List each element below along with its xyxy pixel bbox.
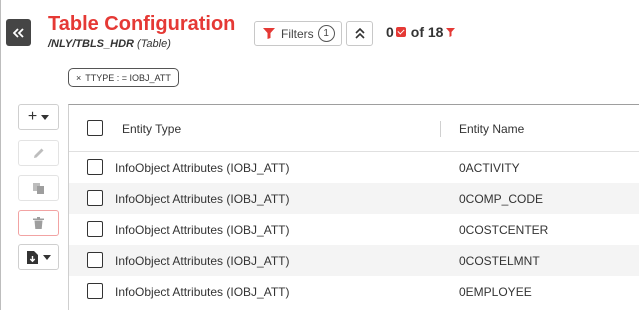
page-subtitle: /NLY/TBLS_HDR (Table) <box>48 38 171 50</box>
object-type: (Table) <box>137 38 171 50</box>
remove-filter-icon[interactable]: × <box>76 73 81 83</box>
row-checkbox[interactable] <box>87 159 103 175</box>
collapse-filters-button[interactable] <box>346 21 373 46</box>
entity-name-cell: 0EMPLOYEE <box>459 285 532 299</box>
file-download-icon <box>26 250 38 264</box>
funnel-icon <box>263 28 275 39</box>
active-filter-chip[interactable]: × TTYPE : = IOBJ_ATT <box>68 68 179 87</box>
filters-button[interactable]: Filters 1 <box>254 21 342 46</box>
entity-type-cell: InfoObject Attributes (IOBJ_ATT) <box>115 192 290 206</box>
pencil-icon <box>33 148 43 158</box>
table-row[interactable]: InfoObject Attributes (IOBJ_ATT) 0COSTCE… <box>69 214 639 245</box>
entity-name-cell: 0ACTIVITY <box>459 161 520 175</box>
row-checkbox[interactable] <box>87 221 103 237</box>
caret-down-icon <box>41 114 50 120</box>
entity-type-cell: InfoObject Attributes (IOBJ_ATT) <box>115 161 290 175</box>
add-button[interactable]: + <box>18 104 59 130</box>
table-path: /NLY/TBLS_HDR <box>48 38 134 50</box>
select-all-checkbox[interactable] <box>87 120 103 136</box>
entity-type-cell: InfoObject Attributes (IOBJ_ATT) <box>115 254 290 268</box>
table-body: InfoObject Attributes (IOBJ_ATT) 0ACTIVI… <box>69 152 639 307</box>
double-chevron-left-icon <box>12 27 24 38</box>
plus-icon: + <box>27 108 38 125</box>
selection-counter: 0 of 18 <box>386 24 456 40</box>
table-row[interactable]: InfoObject Attributes (IOBJ_ATT) 0COSTEL… <box>69 245 639 276</box>
table-row[interactable]: InfoObject Attributes (IOBJ_ATT) 0COMP_C… <box>69 183 639 214</box>
filters-label: Filters <box>281 26 314 41</box>
entity-table: Entity Type Entity Name InfoObject Attri… <box>68 104 639 310</box>
copy-icon <box>33 182 44 194</box>
copy-button[interactable] <box>18 175 59 201</box>
row-checkbox[interactable] <box>87 283 103 299</box>
trash-icon <box>33 217 44 229</box>
table-row[interactable]: InfoObject Attributes (IOBJ_ATT) 0EMPLOY… <box>69 276 639 307</box>
entity-name-cell: 0COSTELMNT <box>459 254 540 268</box>
delete-button[interactable] <box>18 210 59 236</box>
page-title: Table Configuration <box>48 13 236 35</box>
entity-name-cell: 0COMP_CODE <box>459 192 544 206</box>
collapse-sidebar-button[interactable] <box>6 19 31 46</box>
active-filter-text: TTYPE : = IOBJ_ATT <box>85 72 171 83</box>
column-header-entity-type[interactable]: Entity Type <box>122 122 181 136</box>
column-separator[interactable] <box>440 121 441 137</box>
total-count: of 18 <box>410 24 444 40</box>
left-border <box>0 0 1 310</box>
selected-count: 0 <box>386 24 394 40</box>
column-header-entity-name[interactable]: Entity Name <box>459 122 524 136</box>
table-header: Entity Type Entity Name <box>69 105 639 152</box>
double-chevron-up-icon <box>354 28 365 39</box>
checked-box-icon <box>395 27 406 37</box>
table-row[interactable]: InfoObject Attributes (IOBJ_ATT) 0ACTIVI… <box>69 152 639 183</box>
row-checkbox[interactable] <box>87 252 103 268</box>
caret-down-icon <box>42 254 51 260</box>
entity-name-cell: 0COSTCENTER <box>459 223 549 237</box>
entity-type-cell: InfoObject Attributes (IOBJ_ATT) <box>115 223 290 237</box>
export-button[interactable] <box>18 244 59 270</box>
filters-count-badge: 1 <box>317 25 335 42</box>
funnel-icon <box>446 27 456 37</box>
entity-type-cell: InfoObject Attributes (IOBJ_ATT) <box>115 285 290 299</box>
row-checkbox[interactable] <box>87 190 103 206</box>
edit-button[interactable] <box>18 140 59 166</box>
